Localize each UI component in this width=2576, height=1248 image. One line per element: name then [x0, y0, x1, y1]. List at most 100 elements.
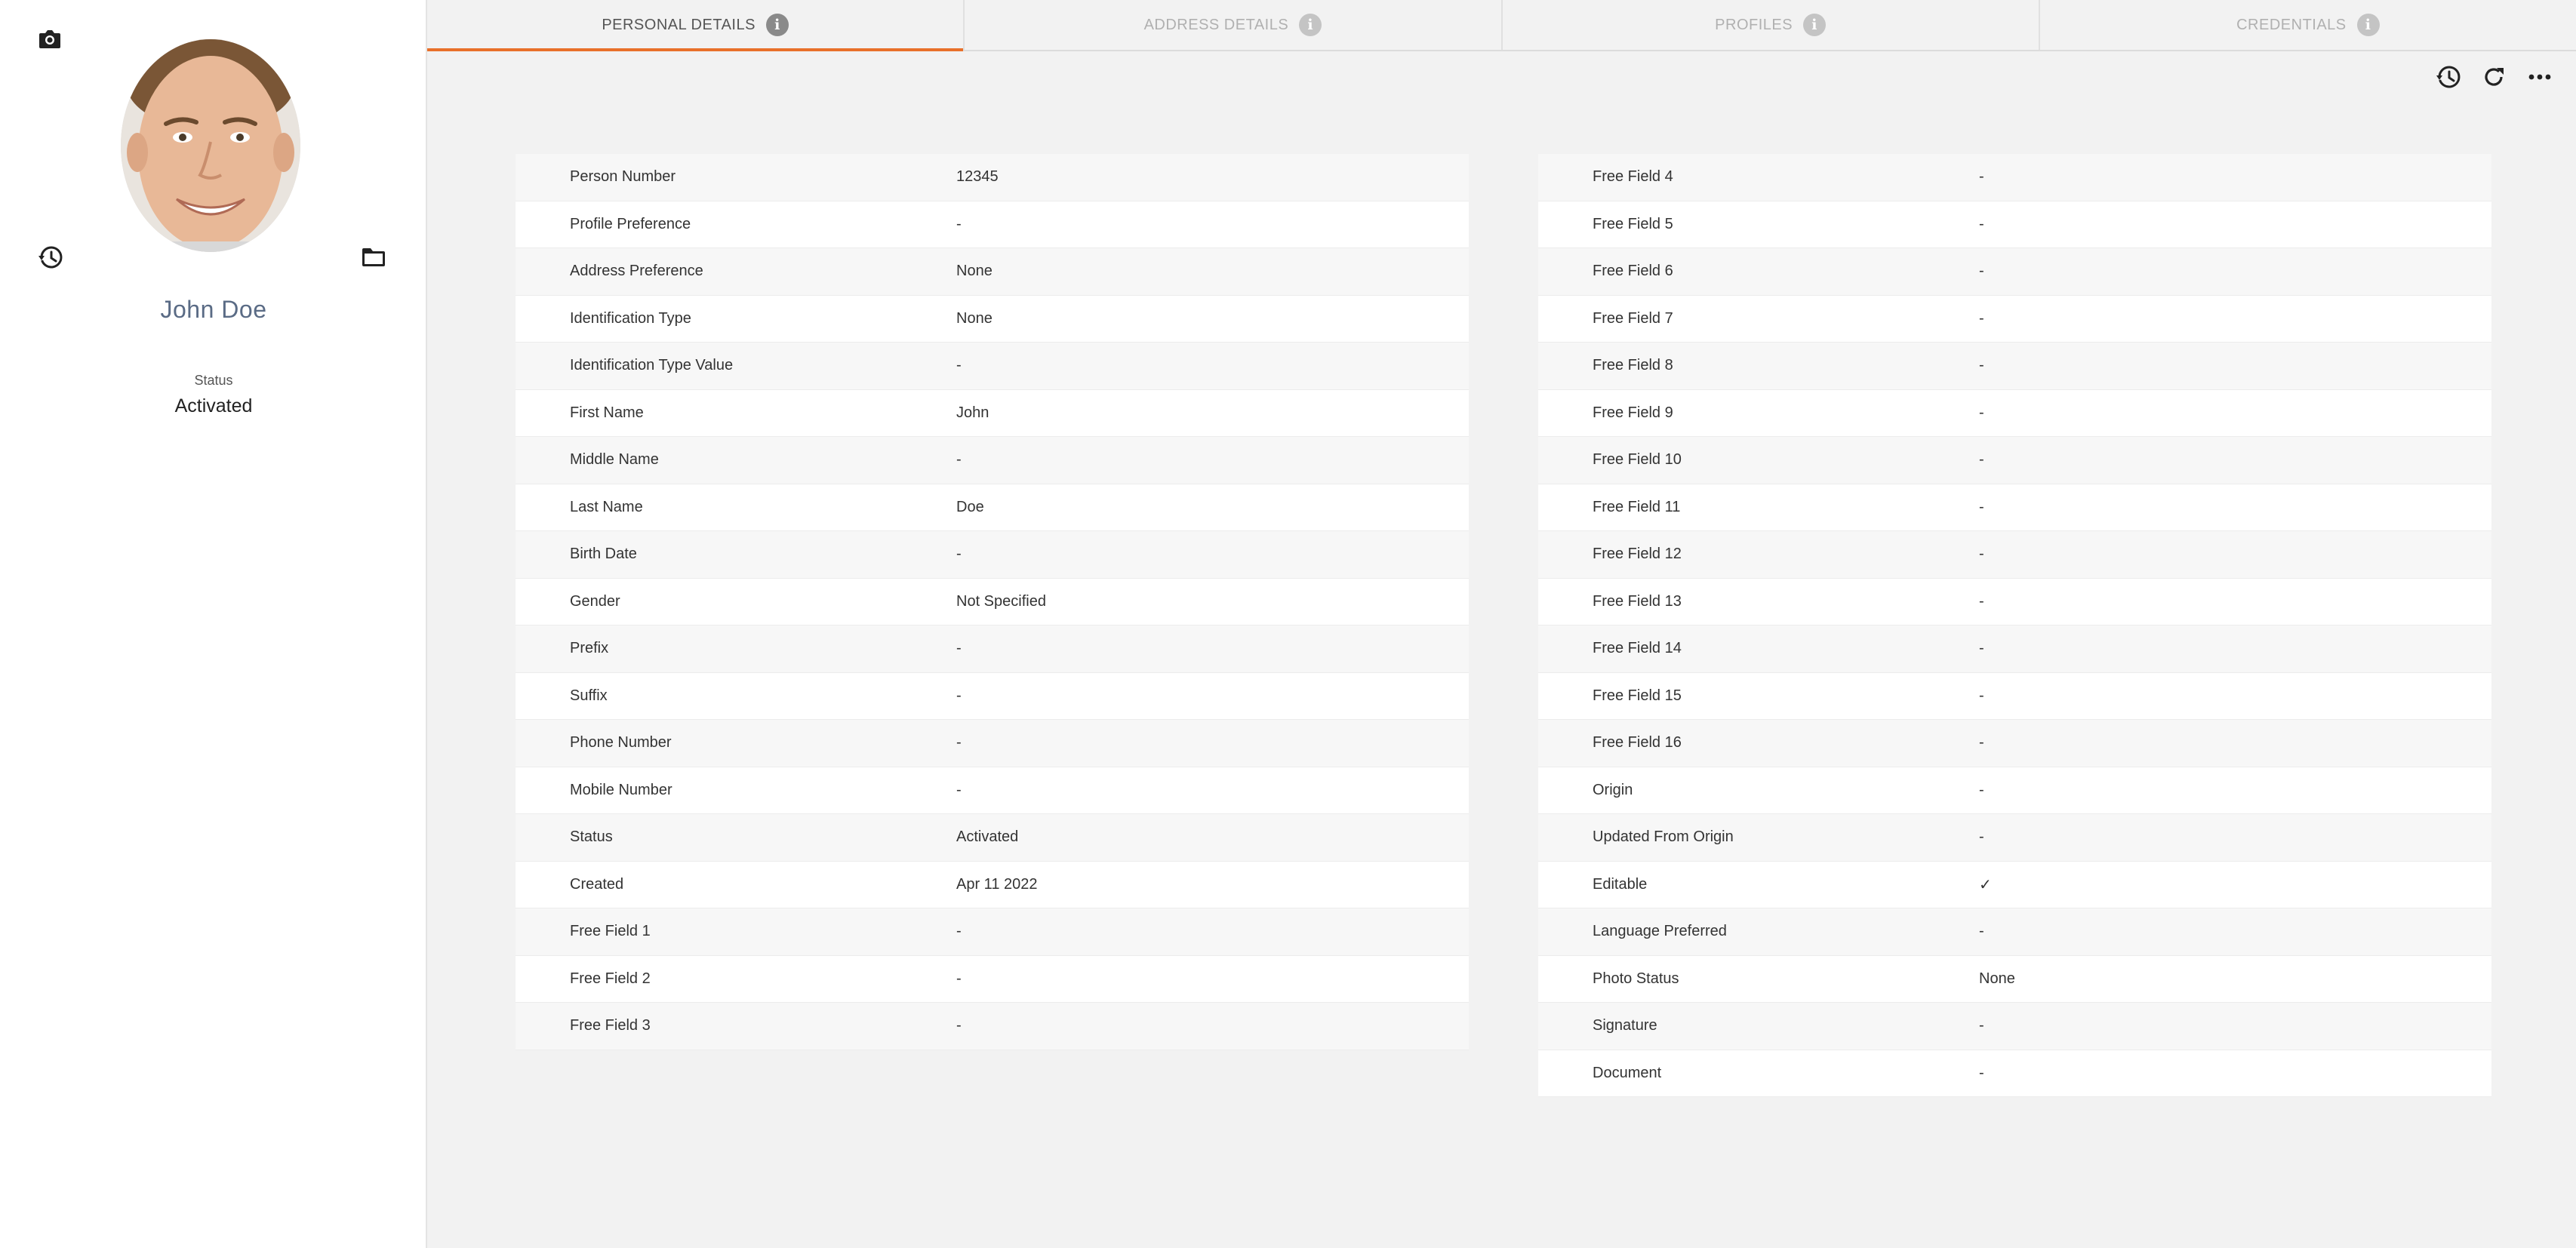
table-row: Address Preference None: [516, 248, 1469, 296]
field-value: -: [956, 640, 962, 657]
history-icon[interactable]: [2432, 60, 2465, 94]
field-label: Gender: [570, 592, 620, 610]
avatar: [121, 39, 300, 252]
table-row: Free Field 14 -: [1538, 626, 2491, 673]
field-value: -: [956, 687, 962, 704]
table-row: Mobile Number -: [516, 767, 1469, 814]
personal-details-table-right: Free Field 4- Free Field 5- Free Field 6-F…: [1538, 154, 2491, 1097]
field-label: Free Field 8: [1593, 357, 1673, 374]
field-label: Identification Type Value: [570, 357, 734, 374]
field-value: None: [956, 263, 993, 280]
info-icon[interactable]: i: [1803, 14, 1827, 36]
field-value: -: [1979, 1017, 1984, 1034]
table-row: Free Field 2 -: [516, 955, 1469, 1003]
field-label: Free Field 10: [1593, 451, 1682, 469]
tab-credentials[interactable]: CREDENTIALS i: [2040, 0, 2576, 50]
table-row: Free Field 8 -: [1538, 343, 2491, 390]
field-value: -: [956, 215, 962, 232]
field-label: Free Field 3: [570, 1017, 651, 1034]
folder-icon[interactable]: [356, 240, 391, 275]
field-label: Editable: [1593, 875, 1648, 893]
table-row: Free Field 10 -: [1538, 437, 2491, 484]
status-label: Status: [194, 373, 233, 388]
personal-details-table-left: Person Number 12345 Profile Preference - Add…: [516, 154, 1469, 1050]
field-value: Doe: [956, 498, 984, 515]
table-row: Free Field 5 -: [1538, 201, 2491, 248]
info-icon[interactable]: i: [765, 14, 789, 36]
field-label: Free Field 1: [570, 923, 651, 940]
table-row: Free Field 15 -: [1538, 672, 2491, 720]
field-label: Middle Name: [570, 451, 659, 469]
history-icon[interactable]: [33, 240, 68, 275]
field-value: -: [1979, 546, 1984, 563]
field-value: -: [1979, 215, 1984, 232]
field-label: Address Preference: [570, 263, 703, 280]
table-row: Signature -: [1538, 1003, 2491, 1050]
field-value: -: [1979, 781, 1984, 798]
field-value: Apr 11 2022: [956, 875, 1038, 893]
field-label: Status: [570, 828, 613, 846]
tab-label: PROFILES: [1715, 16, 1793, 33]
field-value: -: [956, 734, 962, 752]
field-value: -: [1979, 1064, 1984, 1081]
tab-label: CREDENTIALS: [2236, 16, 2347, 33]
table-row: Document -: [1538, 1050, 2491, 1097]
field-label: Free Field 15: [1593, 687, 1682, 704]
refresh-icon[interactable]: [2477, 60, 2510, 94]
field-label: Suffix: [570, 687, 608, 704]
field-label: Free Field 13: [1593, 592, 1682, 610]
field-label: Created: [570, 875, 624, 893]
table-row: Free Field 11 -: [1538, 484, 2491, 531]
table-row: Identification Type Value -: [516, 343, 1469, 390]
field-label: Identification Type: [570, 309, 691, 327]
field-label: Person Number: [570, 168, 676, 186]
status-value: Activated: [174, 395, 253, 417]
table-row: Person Number 12345: [516, 154, 1469, 201]
field-label: Free Field 2: [570, 970, 651, 987]
tab-profiles[interactable]: PROFILES i: [1503, 0, 2040, 50]
field-value: John: [956, 404, 989, 421]
table-row: Free Field 7 -: [1538, 295, 2491, 343]
field-value: ✓: [1979, 876, 1992, 893]
field-label: Free Field 14: [1593, 640, 1682, 657]
profile-sidebar: John Doe Status Activated: [0, 0, 427, 1248]
field-value: 12345: [956, 168, 999, 186]
table-row: Prefix -: [516, 626, 1469, 673]
table-row: Status Activated: [516, 814, 1469, 862]
table-row: Suffix -: [516, 672, 1469, 720]
camera-icon[interactable]: [33, 23, 66, 56]
field-value: -: [1979, 734, 1984, 752]
field-label: Free Field 7: [1593, 309, 1673, 327]
field-label: Free Field 11: [1593, 498, 1681, 515]
field-value: -: [1979, 498, 1984, 515]
field-label: Document: [1593, 1064, 1662, 1081]
field-value: -: [956, 357, 962, 374]
table-row: Last Name Doe: [516, 484, 1469, 531]
more-horizontal-icon[interactable]: [2522, 60, 2557, 94]
table-row: Free Field 4 -: [1538, 154, 2491, 201]
app-window: John Doe Status Activated PERSONAL DETAI…: [0, 0, 2576, 1248]
tab-personal-details[interactable]: PERSONAL DETAILS i: [427, 0, 965, 51]
table-row: Phone Number -: [516, 720, 1469, 767]
tab-address-details[interactable]: ADDRESS DETAILS i: [965, 0, 1503, 50]
table-row: Gender Not Specified: [516, 578, 1469, 626]
field-label: Prefix: [570, 640, 609, 657]
field-label: Free Field 6: [1593, 263, 1673, 280]
field-value: -: [1979, 640, 1984, 657]
field-label: Free Field 16: [1593, 734, 1682, 752]
table-row: Free Field 16 -: [1538, 720, 2491, 767]
tab-label: PERSONAL DETAILS: [602, 16, 756, 33]
field-label: Updated From Origin: [1593, 828, 1734, 846]
info-icon[interactable]: i: [2356, 14, 2380, 36]
info-icon[interactable]: i: [1299, 14, 1322, 36]
table-row: Profile Preference -: [516, 201, 1469, 248]
field-value: -: [1979, 357, 1984, 374]
field-label: Language Preferred: [1593, 923, 1727, 940]
field-label: Free Field 9: [1593, 404, 1673, 421]
field-label: Photo Status: [1593, 970, 1679, 987]
field-value: None: [956, 309, 993, 327]
field-value: -: [956, 546, 962, 563]
field-value: -: [956, 451, 962, 469]
field-label: Phone Number: [570, 734, 672, 752]
field-value: -: [1979, 404, 1984, 421]
